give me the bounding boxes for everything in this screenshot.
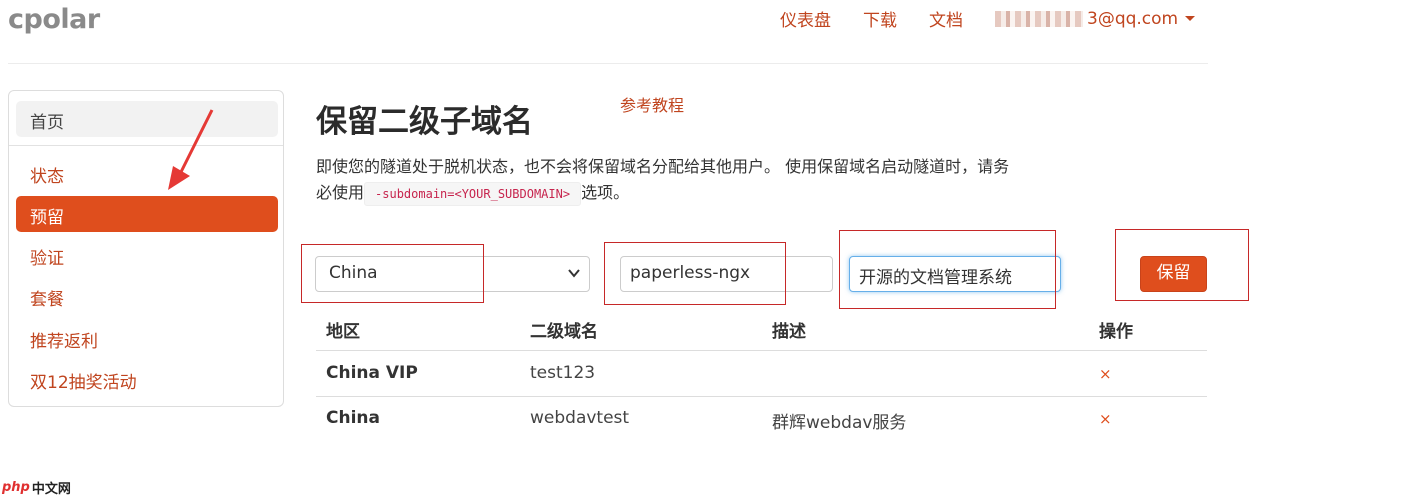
table-header-divider	[316, 350, 1207, 351]
delete-icon[interactable]: ×	[1099, 410, 1112, 428]
row-description: 群辉webdav服务	[772, 413, 907, 433]
page-title: 保留二级子域名	[316, 104, 533, 140]
watermark-cn: 中文网	[31, 482, 71, 496]
header-divider	[8, 63, 1208, 64]
description-text-end: 选项。	[581, 183, 630, 202]
column-header-subdomain: 二级域名	[530, 322, 598, 342]
row-region: China VIP	[326, 363, 418, 383]
cpolar-logo[interactable]: cpolar	[8, 4, 100, 35]
top-nav: 仪表盘 下载 文档 3@qq.com	[780, 6, 1196, 31]
sidebar-item-reserved[interactable]: 预留	[16, 196, 278, 232]
page-description: 即使您的隧道处于脱机状态，也不会将保留域名分配给其他用户。 使用保留域名启动隧道…	[316, 154, 1016, 206]
nav-dashboard[interactable]: 仪表盘	[780, 6, 831, 31]
php-cn-watermark: php 中文网	[2, 478, 71, 496]
blurred-email-prefix	[995, 10, 1083, 27]
row-subdomain: webdavtest	[530, 408, 630, 428]
column-header-description: 描述	[772, 322, 806, 342]
delete-icon[interactable]: ×	[1099, 365, 1112, 383]
sidebar-item-status[interactable]: 状态	[16, 155, 278, 191]
subdomain-code-snippet: -subdomain=<YOUR_SUBDOMAIN>	[364, 182, 582, 206]
row-subdomain: test123	[530, 363, 596, 383]
user-menu[interactable]: 3@qq.com	[995, 8, 1196, 29]
annotation-arrow-icon	[168, 109, 214, 190]
annotation-box-region	[301, 244, 484, 303]
sidebar-item-plans[interactable]: 套餐	[16, 278, 278, 314]
nav-download[interactable]: 下载	[863, 6, 897, 31]
sidebar-item-home[interactable]: 首页	[16, 101, 278, 137]
sidebar-item-referral[interactable]: 推荐返利	[16, 320, 278, 356]
nav-docs[interactable]: 文档	[929, 6, 963, 31]
chevron-down-icon	[568, 269, 580, 278]
tutorial-link[interactable]: 参考教程	[620, 92, 684, 116]
watermark-php: php	[2, 480, 30, 495]
table-row-divider	[316, 396, 1207, 397]
column-header-region: 地区	[326, 322, 360, 342]
annotation-box-description	[839, 230, 1056, 309]
column-header-action: 操作	[1099, 322, 1133, 342]
annotation-box-subdomain	[604, 242, 786, 305]
user-email: 3@qq.com	[1087, 8, 1179, 29]
sidebar: 首页 状态 预留 验证 套餐 推荐返利 双12抽奖活动	[8, 90, 284, 407]
annotation-box-save	[1115, 229, 1249, 301]
sidebar-item-verify[interactable]: 验证	[16, 237, 278, 273]
row-region: China	[326, 408, 380, 428]
caret-down-icon	[1185, 16, 1196, 21]
sidebar-item-lottery[interactable]: 双12抽奖活动	[16, 361, 278, 397]
sidebar-divider	[9, 145, 283, 146]
